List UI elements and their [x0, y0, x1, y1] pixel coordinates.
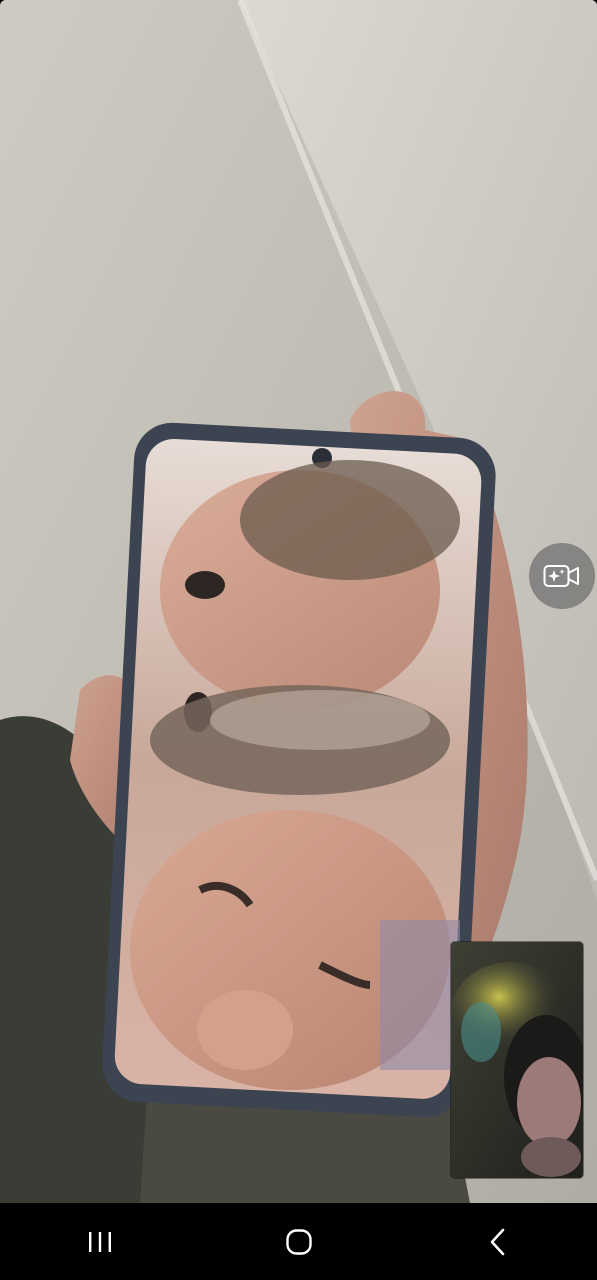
system-navigation-bar: [0, 1203, 597, 1280]
video-effects-button[interactable]: [529, 543, 595, 609]
back-button[interactable]: [438, 1212, 558, 1272]
home-button[interactable]: [239, 1212, 359, 1272]
home-icon: [285, 1228, 312, 1255]
self-view-preview[interactable]: [451, 942, 583, 1178]
video-call-screen: [0, 0, 597, 1280]
back-icon: [490, 1228, 504, 1255]
self-camera-image: [451, 942, 583, 1178]
recent-apps-icon: [88, 1231, 111, 1252]
video-effects-sparkle-icon: [543, 565, 579, 587]
recent-apps-button[interactable]: [40, 1212, 160, 1272]
